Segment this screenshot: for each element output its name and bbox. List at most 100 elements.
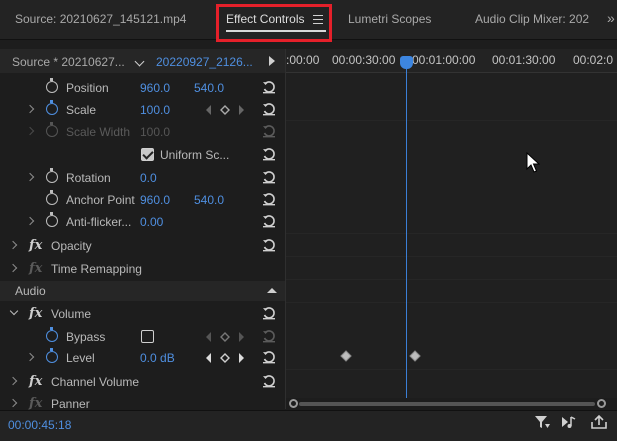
property-label: Position [66, 81, 109, 95]
property-label: Level [66, 351, 95, 365]
chevron-right-icon[interactable] [8, 376, 18, 386]
keyframe-navigator[interactable] [204, 104, 252, 116]
reset-icon[interactable] [262, 306, 276, 320]
property-label: Bypass [66, 330, 106, 344]
stopwatch-icon[interactable] [46, 78, 58, 93]
row-separator [286, 302, 617, 303]
effect-label: Volume [51, 307, 92, 321]
position-y-value[interactable]: 540.0 [194, 81, 224, 95]
current-timecode[interactable]: 00:00:45:18 [8, 418, 71, 432]
property-level: Level 0.0 dB [0, 347, 285, 369]
stopwatch-icon[interactable] [46, 190, 58, 205]
reset-icon[interactable] [262, 80, 276, 94]
keyframe-navigator[interactable] [204, 352, 252, 364]
effect-label: Channel Volume [51, 375, 140, 389]
scrollbar-track[interactable] [299, 402, 595, 406]
reset-icon[interactable] [262, 170, 276, 184]
row-separator [286, 369, 617, 370]
anchor-y-value[interactable]: 540.0 [194, 193, 224, 207]
chevron-right-icon[interactable] [8, 240, 18, 250]
stopwatch-icon[interactable] [46, 100, 58, 115]
reset-icon [263, 330, 275, 343]
export-icon[interactable] [590, 414, 608, 430]
scale-value[interactable]: 100.0 [140, 103, 170, 117]
row-separator [286, 233, 617, 234]
ruler-label: 00:01:00:00 [412, 53, 476, 67]
property-bypass: Bypass [0, 326, 285, 348]
keyframe-timeline-area[interactable] [286, 73, 617, 398]
time-ruler[interactable]: :00:00 00:00:30:00 00:01:00:00 00:01:30:… [286, 49, 617, 73]
effect-opacity[interactable]: fx Opacity [0, 235, 285, 257]
rotation-value[interactable]: 0.0 [140, 171, 157, 185]
scroll-start-handle[interactable] [289, 399, 298, 408]
chevron-down-icon[interactable] [9, 306, 19, 316]
tab-audio-clip-mixer[interactable]: Audio Clip Mixer: 202 [475, 12, 589, 26]
property-rotation: Rotation 0.0 [0, 167, 285, 189]
effect-label: Time Remapping [51, 262, 142, 276]
position-x-value[interactable]: 960.0 [140, 81, 170, 95]
section-label: Audio [15, 284, 46, 298]
tab-overflow-icon[interactable]: » [607, 10, 615, 26]
stopwatch-icon[interactable] [46, 212, 58, 227]
play-audio-icon[interactable] [560, 414, 578, 430]
reset-icon[interactable] [262, 147, 276, 161]
property-position: Position 960.0 540.0 [0, 77, 285, 99]
reset-icon [263, 125, 275, 138]
playhead-handle[interactable] [400, 56, 413, 69]
tab-lumetri-scopes[interactable]: Lumetri Scopes [348, 12, 431, 26]
sequence-clip-label[interactable]: 20220927_2126... [156, 55, 253, 69]
property-scale: Scale 100.0 [0, 99, 285, 121]
chevron-right-icon[interactable] [25, 104, 35, 114]
reset-icon[interactable] [262, 374, 276, 388]
tab-source[interactable]: Source: 20210627_145121.mp4 [15, 12, 186, 26]
stopwatch-icon[interactable] [46, 327, 58, 342]
uniform-scale-checkbox[interactable] [141, 148, 154, 161]
effect-volume[interactable]: fx Volume [0, 303, 285, 325]
collapse-up-icon[interactable] [267, 288, 277, 293]
highlight-annotation [216, 4, 332, 42]
chevron-right-icon [25, 126, 35, 136]
source-clip-label[interactable]: Source * 20210627... [12, 55, 125, 69]
property-label: Uniform Sc... [160, 148, 230, 162]
reset-icon[interactable] [262, 350, 276, 364]
effect-channel-volume[interactable]: fx Channel Volume [0, 371, 285, 393]
anchor-x-value[interactable]: 960.0 [140, 193, 170, 207]
level-value[interactable]: 0.0 dB [140, 351, 175, 365]
chevron-right-icon[interactable] [25, 172, 35, 182]
ruler-label: 00:02:0 [573, 53, 614, 67]
chevron-right-icon[interactable] [8, 263, 18, 273]
row-separator [286, 120, 617, 121]
reset-icon[interactable] [262, 102, 276, 116]
property-label: Scale Width [66, 125, 131, 139]
bypass-checkbox[interactable] [141, 330, 154, 343]
reset-icon[interactable] [262, 214, 276, 228]
playhead-line[interactable] [406, 60, 407, 398]
property-label: Anti-flicker... [66, 215, 132, 229]
ruler-label: :00:00 [286, 53, 320, 67]
property-scale-width: Scale Width 100.0 [0, 121, 285, 143]
source-selector-row: Source * 20210627... 20220927_2126... [0, 49, 285, 73]
play-icon[interactable] [269, 56, 275, 66]
stopwatch-icon[interactable] [46, 348, 58, 363]
effect-label: Panner [51, 397, 90, 410]
fx-icon[interactable]: fx [29, 374, 42, 389]
fx-icon[interactable]: fx [29, 306, 42, 321]
property-label: Scale [66, 103, 97, 117]
chevron-right-icon[interactable] [8, 398, 18, 408]
filter-icon[interactable] [533, 414, 551, 430]
stopwatch-icon[interactable] [46, 168, 58, 183]
reset-icon[interactable] [262, 238, 276, 252]
anti-flicker-value[interactable]: 0.00 [140, 215, 163, 229]
row-separator [286, 256, 617, 257]
fx-icon[interactable]: fx [29, 238, 42, 253]
fx-icon: fx [29, 396, 43, 410]
chevron-down-icon[interactable] [134, 56, 145, 67]
chevron-right-icon[interactable] [25, 352, 35, 362]
reset-icon[interactable] [262, 192, 276, 206]
fx-icon: fx [29, 261, 43, 276]
keyframe-navigator[interactable] [204, 331, 252, 343]
scroll-end-handle[interactable] [597, 399, 606, 408]
effect-panner[interactable]: fx Panner [0, 393, 285, 410]
chevron-right-icon[interactable] [25, 216, 35, 226]
effect-time-remapping[interactable]: fx Time Remapping [0, 258, 285, 280]
